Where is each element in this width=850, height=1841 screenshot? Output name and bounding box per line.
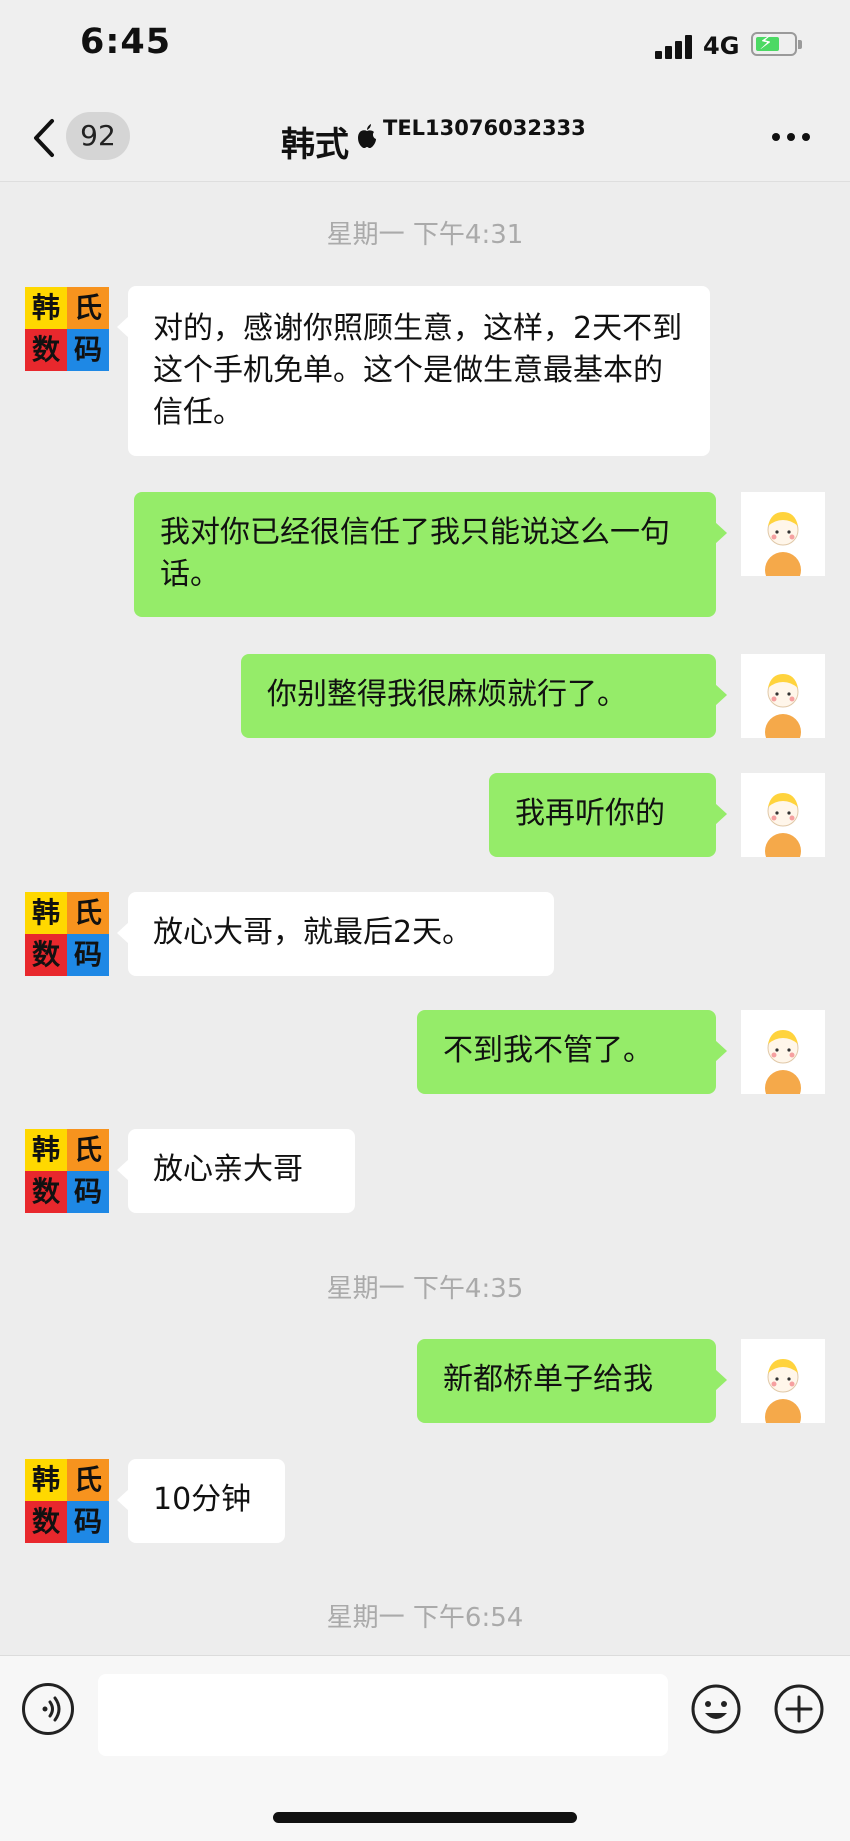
contact-avatar[interactable]: 韩 氏 数 码 bbox=[25, 1129, 109, 1213]
ellipsis-icon[interactable] bbox=[772, 133, 812, 143]
chat-timestamp: 星期一 下午4:35 bbox=[326, 1274, 524, 1304]
battery-tip bbox=[798, 40, 802, 49]
contact-avatar[interactable]: 韩 氏 数 码 bbox=[25, 1459, 109, 1543]
message-bubble-outgoing[interactable]: 我对你已经很信任了我只能说这么一句话。 bbox=[134, 492, 727, 617]
cartoon-avatar-icon bbox=[765, 1359, 801, 1435]
voice-icon[interactable] bbox=[22, 1683, 74, 1735]
contact-avatar[interactable]: 韩 氏 数 码 bbox=[25, 287, 109, 371]
apple-logo-icon bbox=[358, 124, 376, 148]
cartoon-avatar-icon bbox=[765, 512, 801, 588]
message-bubble-incoming[interactable]: 10分钟 bbox=[117, 1459, 285, 1543]
chat-subtitle-phone: TEL13076032333 bbox=[383, 116, 586, 140]
message-bubble-outgoing[interactable]: 新都桥单子给我 bbox=[417, 1339, 727, 1423]
message-bubble-incoming[interactable]: 对的，感谢你照顾生意，这样，2天不到这个手机免单。这个是做生意最基本的信任。 bbox=[117, 286, 710, 456]
cartoon-avatar-icon bbox=[765, 793, 801, 869]
status-bar: 6:45 4G ⚡ bbox=[0, 0, 850, 95]
contact-avatar[interactable]: 韩 氏 数 码 bbox=[25, 892, 109, 976]
signal-icon bbox=[655, 35, 695, 59]
message-bubble-incoming[interactable]: 放心大哥，就最后2天。 bbox=[117, 892, 554, 976]
unread-count-badge[interactable]: 92 bbox=[66, 112, 130, 160]
my-avatar[interactable] bbox=[741, 773, 825, 869]
chat-timestamp: 星期一 下午4:31 bbox=[326, 220, 524, 250]
message-bubble-outgoing[interactable]: 你别整得我很麻烦就行了。 bbox=[241, 654, 727, 738]
chat-timestamp: 星期一 下午6:54 bbox=[326, 1603, 524, 1633]
home-indicator[interactable] bbox=[273, 1812, 577, 1823]
cartoon-avatar-icon bbox=[765, 674, 801, 750]
my-avatar[interactable] bbox=[741, 654, 825, 750]
chat-header: 92 韩式 TEL13076032333 bbox=[0, 95, 850, 182]
emoji-icon[interactable] bbox=[690, 1683, 742, 1735]
message-bubble-outgoing[interactable]: 不到我不管了。 bbox=[417, 1010, 727, 1094]
status-time: 6:45 bbox=[80, 22, 172, 62]
chevron-left-icon[interactable] bbox=[28, 115, 64, 161]
message-bubble-outgoing[interactable]: 我再听你的 bbox=[489, 773, 727, 857]
message-input[interactable] bbox=[98, 1674, 668, 1756]
cartoon-avatar-icon bbox=[765, 1030, 801, 1106]
my-avatar[interactable] bbox=[741, 1010, 825, 1106]
battery-icon: ⚡ bbox=[751, 30, 797, 56]
plus-icon[interactable] bbox=[773, 1683, 825, 1735]
chat-title: 韩式 bbox=[281, 125, 349, 165]
message-bubble-incoming[interactable]: 放心亲大哥 bbox=[117, 1129, 355, 1213]
network-type: 4G bbox=[703, 32, 740, 60]
my-avatar[interactable] bbox=[741, 492, 825, 588]
my-avatar[interactable] bbox=[741, 1339, 825, 1435]
